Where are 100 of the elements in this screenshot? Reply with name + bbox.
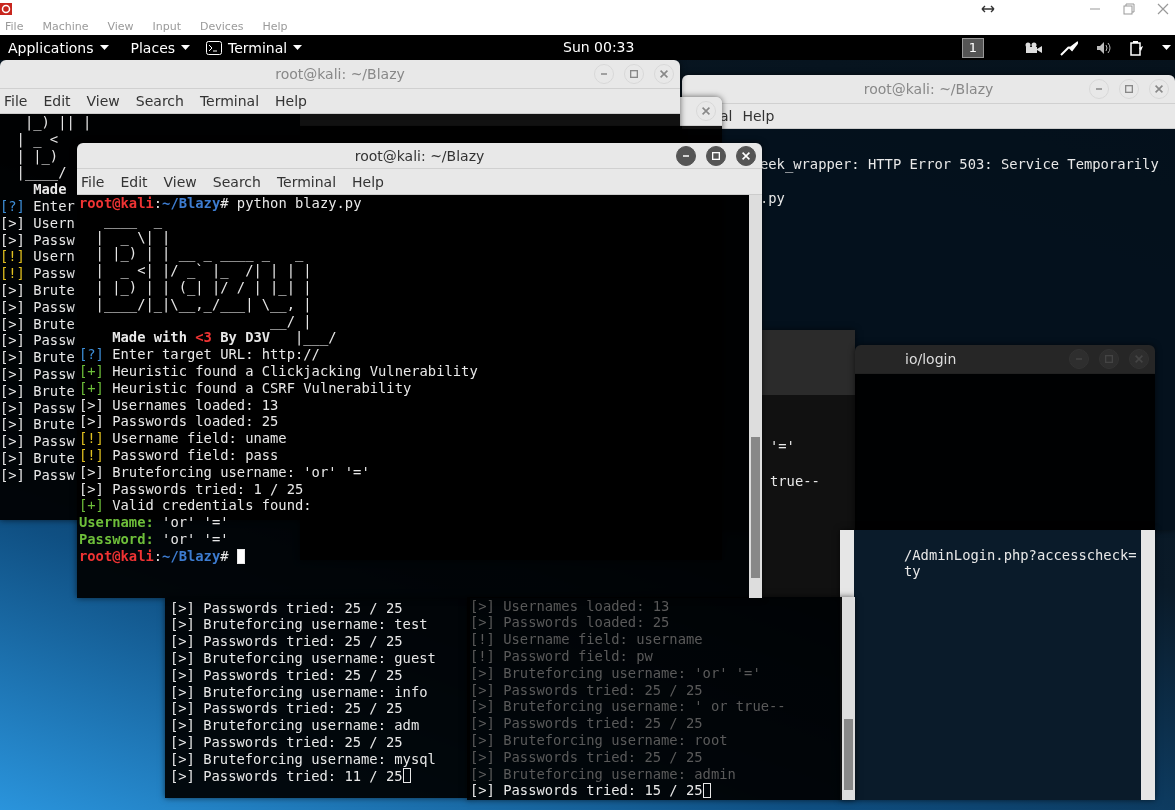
terminal-line: '='	[770, 436, 795, 456]
clock[interactable]: Sun 00:33	[563, 39, 635, 55]
terminal-line: Username: 'or' '='	[79, 514, 229, 531]
terminal-line: [>] Passwords loaded: 25	[79, 413, 279, 431]
terminal-line: [>] Passw	[0, 231, 75, 249]
minimize-icon	[682, 154, 690, 157]
terminal-line: [+] Heuristic found a Clickjacking Vulnerability	[79, 362, 478, 380]
maximize-button[interactable]	[706, 145, 726, 166]
terminal-line: [>] Bruteforcing username: mysql	[170, 750, 436, 768]
menu-item[interactable]: View	[86, 93, 120, 109]
volume-icon	[1096, 40, 1112, 55]
terminal-line: [+] Valid credentials found:	[79, 497, 312, 515]
wired-network-icon	[1060, 39, 1078, 56]
terminal-line: [>] Passwords tried: 25 / 25	[470, 681, 703, 699]
terminal-line: [!] Username field: uname	[79, 430, 287, 447]
window-title: root@kali: ~/Blazy	[863, 81, 994, 97]
menu-item[interactable]: Search	[135, 93, 184, 109]
terminal-line: [>] Passwords tried: 11 / 25	[170, 767, 403, 785]
maximize-icon	[1125, 85, 1133, 93]
terminal-line: Made with <3 By D3V |___/	[111, 329, 337, 347]
terminal-line: [>] Passw	[0, 298, 75, 316]
close-icon	[702, 107, 710, 115]
terminal-line: [>] Passw	[0, 365, 75, 383]
caret-icon	[1162, 45, 1171, 50]
terminal-menu[interactable]: Terminal	[198, 35, 311, 60]
menu-item[interactable]: Terminal	[276, 173, 337, 190]
terminal-line: [>] Passwords tried: 25 / 25	[170, 599, 403, 617]
ascii-art: | _ < | |_) |____/	[15, 130, 67, 182]
terminal-line: [>] Passwords tried: 25 / 25	[170, 666, 403, 684]
terminal-line: [>] Passwords tried: 15 / 25	[470, 782, 703, 800]
terminal-line: [>] Bruteforcing username: root	[470, 731, 728, 749]
terminal-line: [>] Brute	[0, 281, 75, 299]
battery-icon	[1130, 39, 1144, 56]
close-icon	[1157, 3, 1169, 15]
terminal-line: [>] Bruteforcing username: 'or' '='	[79, 463, 370, 481]
terminal-line: Password: 'or' '='	[79, 530, 229, 548]
terminal-line: [>] Passwords tried: 25 / 25	[170, 700, 403, 718]
camera-icon	[1024, 41, 1042, 54]
terminal-line: /AdminLogin.php?accesscheck=	[904, 546, 1137, 564]
terminal-line: [!] Password field: pw	[470, 648, 653, 665]
terminal-line: [!] Passw	[0, 265, 75, 282]
terminal-line: [!] Usern	[0, 248, 75, 266]
minimize-icon	[1095, 88, 1103, 90]
resize-icon	[981, 5, 995, 13]
terminal-line: [!] Password field: pass	[79, 446, 279, 464]
menu-item[interactable]: Help	[275, 93, 307, 109]
window-title: root@kali: ~/Blazy	[275, 66, 405, 82]
terminal-line: [>] Passw	[0, 433, 75, 450]
terminal-line: [>] Passw	[0, 332, 75, 350]
terminal-line: [>] Bruteforcing username: guest	[170, 650, 436, 667]
menu-item[interactable]: File	[81, 173, 105, 190]
terminal-line: [>] Brute	[0, 416, 75, 434]
terminal-line: [>] Brute	[0, 315, 75, 333]
scrollbar[interactable]	[842, 597, 855, 800]
terminal-line: [>] Brute	[0, 382, 75, 400]
close-icon	[1155, 85, 1163, 93]
terminal-line: [>] Bruteforcing username: info	[170, 683, 428, 701]
terminal-line: [>] Passw	[0, 399, 75, 417]
workspace-indicator[interactable]: 1	[961, 37, 984, 58]
terminal-line: [>] Brute	[0, 449, 75, 467]
close-icon	[742, 151, 750, 160]
minimize-button[interactable]	[676, 145, 696, 166]
window-title: io/login	[905, 351, 957, 367]
terminal-line: [?] Enter	[0, 198, 75, 215]
terminal-line: ty	[904, 563, 921, 581]
terminal-line: [>] Passwords tried: 25 / 25	[470, 748, 703, 766]
menu-item[interactable]: Search	[212, 173, 261, 190]
maximize-icon	[630, 70, 638, 78]
scrollbar[interactable]	[749, 195, 762, 598]
terminal-line: [>] Usernames loaded: 13	[79, 396, 279, 414]
places-menu[interactable]: Places	[122, 35, 199, 60]
terminal-line: [>] Passwords tried: 25 / 25	[170, 733, 403, 751]
terminal-line: [>] Brute	[0, 349, 75, 366]
menu-item[interactable]: Terminal	[199, 93, 260, 109]
terminal-line: [>] Passw	[0, 466, 75, 484]
terminal-line: [>] Bruteforcing username: admin	[470, 765, 736, 783]
menu-item[interactable]: File	[4, 93, 28, 109]
restore-icon	[1123, 3, 1135, 15]
terminal-line: [>] Bruteforcing username: ' or true--	[470, 698, 786, 716]
close-button[interactable]	[736, 145, 756, 166]
menu-item[interactable]: Help	[352, 173, 384, 190]
caret-icon	[99, 45, 109, 50]
caret-icon	[181, 45, 191, 50]
menu-item[interactable]: Edit	[43, 93, 71, 109]
caret-icon	[293, 45, 303, 50]
ascii-art: |_) || |	[23, 114, 92, 131]
applications-menu[interactable]: Applications	[0, 35, 117, 60]
terminal-line: [>] Passwords tried: 25 / 25	[470, 715, 703, 732]
menu-item[interactable]: View	[163, 173, 197, 190]
terminal-line: [>] Bruteforcing username: adm	[170, 717, 420, 734]
terminal-line: [>] Bruteforcing username: 'or' '='	[470, 664, 761, 682]
terminal-line: true--	[770, 471, 820, 491]
menu-item[interactable]: Help	[742, 108, 775, 124]
menu-item[interactable]: Edit	[120, 173, 148, 190]
terminal-line: [!] Username field: username	[470, 631, 703, 648]
terminal-line: [>] Bruteforcing username: test	[170, 616, 428, 634]
minimize-icon	[600, 73, 608, 75]
terminal-line: [>] Usern	[0, 214, 75, 232]
terminal-line: root@kali:~/Blazy#	[79, 547, 229, 565]
terminal-line: Made	[32, 181, 67, 198]
